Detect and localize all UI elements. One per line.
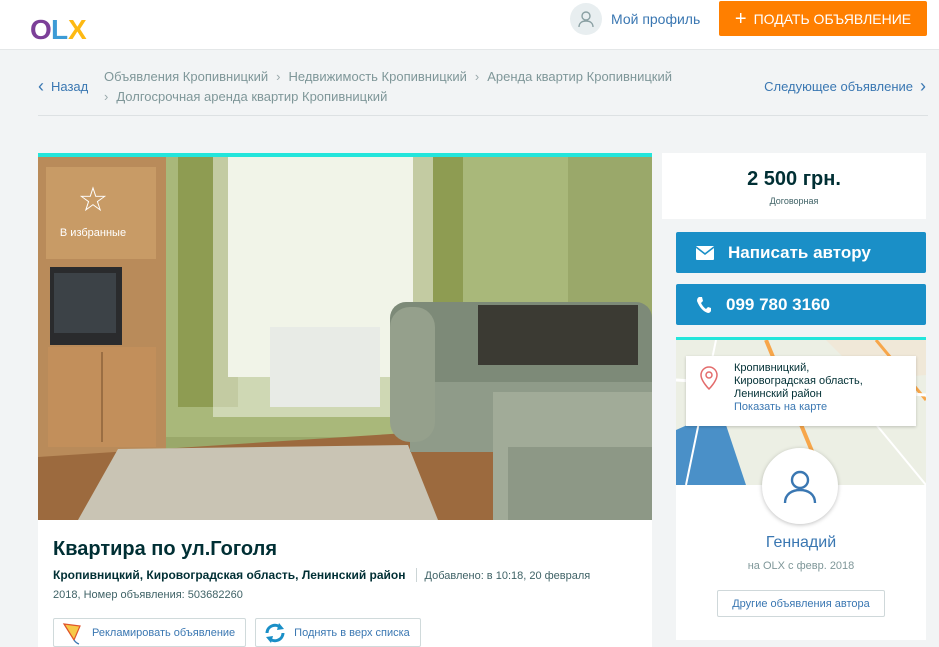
kite-icon (62, 622, 81, 645)
listing-actions: Рекламировать объявление Поднять в верх … (53, 618, 430, 647)
next-ad-link[interactable]: Следующее объявление › (764, 76, 926, 97)
breadcrumb: Объявления Кропивницкий › Недвижимость Кро… (104, 67, 724, 107)
my-profile-label: Мой профиль (611, 11, 701, 27)
address-line: Кировоградская область, (734, 375, 863, 387)
seller-card: Кропивницкий, Кировоградская область, Ле… (676, 337, 926, 640)
raise-ad-label: Поднять в верх списка (294, 626, 410, 639)
user-icon (570, 3, 602, 35)
raise-ad-button[interactable]: Поднять в верх списка (255, 618, 421, 647)
my-profile-link[interactable]: Мой профиль (570, 3, 700, 35)
phone-icon (697, 296, 711, 313)
breadcrumb-item[interactable]: Долгосрочная аренда квартир Кропивницкий (116, 89, 387, 104)
show-phone-button[interactable]: 099 780 3160 (676, 284, 926, 325)
logo-letter-x: X (68, 14, 87, 45)
map-pin-icon (700, 366, 718, 390)
breadcrumb-bar: ‹ Назад Объявления Кропивницкий › Недвижим… (38, 66, 928, 116)
refresh-icon (265, 622, 285, 643)
chevron-right-icon: › (920, 76, 926, 96)
chevron-left-icon: ‹ (38, 76, 44, 96)
seller-avatar[interactable] (762, 448, 838, 524)
listing-added-line1: Добавлено: в 10:18, 20 февраля (424, 570, 591, 582)
add-to-favorites-button[interactable]: ☆ В избранные (50, 169, 136, 255)
price-note: Договорная (769, 196, 819, 206)
message-author-button[interactable]: Написать автору (676, 232, 926, 273)
star-icon: ☆ (77, 181, 109, 219)
user-icon (783, 470, 817, 504)
phone-number: 099 780 3160 (726, 294, 830, 314)
post-ad-button[interactable]: + ПОДАТЬ ОБЪЯВЛЕНИЕ (719, 1, 927, 36)
promote-ad-button[interactable]: Рекламировать объявление (53, 618, 247, 647)
listing-location: Кропивницкий, Кировоградская область, Ле… (53, 568, 417, 582)
listing-card: ☆ В избранные Квартира по ул.Гоголя Кроп… (38, 153, 652, 647)
seller-since: на OLX с февр. 2018 (747, 560, 855, 572)
message-author-label: Написать автору (728, 242, 871, 262)
chevron-right-icon: › (104, 89, 109, 104)
price: 2 500 грн. (747, 168, 841, 190)
favorites-label: В избранные (59, 227, 127, 239)
listing-meta: Кропивницкий, Кировоградская область, Ле… (53, 566, 633, 605)
next-ad-label: Следующее объявление (764, 79, 913, 94)
breadcrumb-item[interactable]: Объявления Кропивницкий (104, 69, 268, 84)
olx-logo[interactable]: O L X (28, 0, 96, 46)
other-ads-button[interactable]: Другие объявления автора (717, 590, 885, 617)
breadcrumb-item[interactable]: Недвижимость Кропивницкий (289, 69, 467, 84)
show-on-map-link[interactable]: Показать на карте (734, 401, 908, 414)
breadcrumb-item[interactable]: Аренда квартир Кропивницкий (487, 69, 672, 84)
price-box: 2 500 грн. Договорная (662, 153, 926, 219)
address-line: Кропивницкий, (734, 362, 810, 374)
seller-name[interactable]: Геннадий (676, 534, 926, 552)
listing-title: Квартира по ул.Гоголя (53, 538, 277, 560)
back-link[interactable]: ‹ Назад (38, 76, 88, 97)
back-label: Назад (51, 79, 89, 94)
chevron-right-icon: › (276, 69, 281, 84)
listing-photo[interactable]: ☆ В избранные (38, 157, 652, 520)
site-header: O L X Мой профиль + ПОДАТЬ ОБЪЯВЛЕНИЕ (0, 0, 939, 50)
listing-added-line2: 2018, Номер объявления: 503682260 (53, 589, 243, 601)
logo-letter-o: O (30, 14, 52, 45)
post-ad-label: ПОДАТЬ ОБЪЯВЛЕНИЕ (753, 10, 912, 27)
chevron-right-icon: › (474, 69, 480, 84)
address-line: Ленинский район (734, 388, 822, 400)
address-box: Кропивницкий, Кировоградская область, Ле… (686, 356, 916, 426)
plus-icon: + (734, 7, 747, 30)
envelope-icon (696, 245, 714, 260)
promote-ad-label: Рекламировать объявление (92, 626, 236, 639)
logo-letter-l: L (51, 14, 68, 45)
